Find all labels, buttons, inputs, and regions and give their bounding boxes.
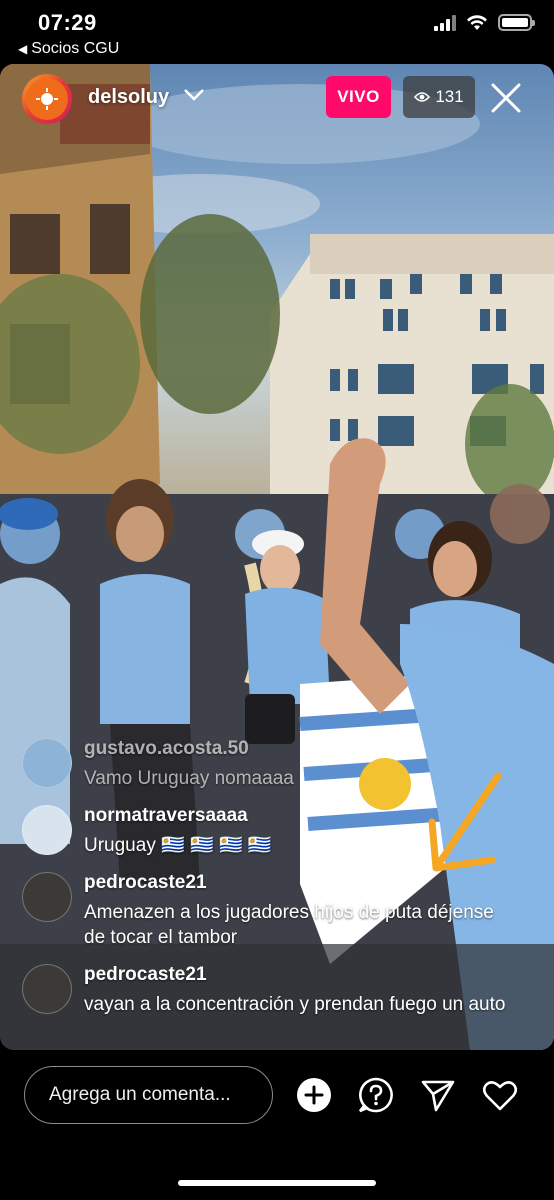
back-to-app-link[interactable]: ◀ Socios CGU xyxy=(18,40,119,58)
home-indicator[interactable] xyxy=(178,1180,376,1186)
close-icon[interactable] xyxy=(488,80,524,116)
comment-text: Amenazen a los jugadores hijos de puta d… xyxy=(84,902,494,948)
battery-icon xyxy=(498,14,535,31)
add-icon[interactable] xyxy=(296,1077,332,1113)
cellular-signal-icon xyxy=(434,14,456,31)
viewer-count-badge[interactable]: 131 xyxy=(403,76,475,118)
wifi-icon xyxy=(467,14,487,30)
status-icons xyxy=(434,14,535,31)
commenter-username[interactable]: pedrocaste21 xyxy=(84,964,207,986)
sun-logo-icon xyxy=(36,88,58,110)
send-icon[interactable] xyxy=(420,1077,456,1113)
host-avatar[interactable] xyxy=(22,74,72,124)
commenter-avatar[interactable] xyxy=(22,872,72,922)
host-username[interactable]: delsoluy xyxy=(88,86,169,109)
commenter-username[interactable]: pedrocaste21 xyxy=(84,872,207,894)
comment-text: vayan a la concentración y prendan fuego… xyxy=(84,994,506,1015)
status-bar: 07:29 ◀ Socios CGU xyxy=(0,0,554,64)
chevron-down-icon[interactable] xyxy=(183,88,205,102)
live-badge: VIVO xyxy=(326,76,391,118)
back-app-label: Socios CGU xyxy=(31,40,120,57)
commenter-avatar[interactable] xyxy=(22,964,72,1014)
back-arrow-icon: ◀ xyxy=(18,42,28,56)
commenter-avatar[interactable] xyxy=(22,738,72,788)
annotation-arrow-icon xyxy=(428,772,502,872)
clock: 07:29 xyxy=(38,10,97,35)
question-icon[interactable] xyxy=(358,1077,394,1113)
commenter-username[interactable]: gustavo.acosta.50 xyxy=(84,738,249,760)
heart-icon[interactable] xyxy=(482,1077,518,1113)
comment-input[interactable]: Agrega un comenta... xyxy=(24,1066,273,1124)
viewer-count: 131 xyxy=(435,87,464,106)
commenter-avatar[interactable] xyxy=(22,805,72,855)
eye-icon xyxy=(414,92,431,102)
commenter-username[interactable]: normatraversaaaa xyxy=(84,805,248,827)
